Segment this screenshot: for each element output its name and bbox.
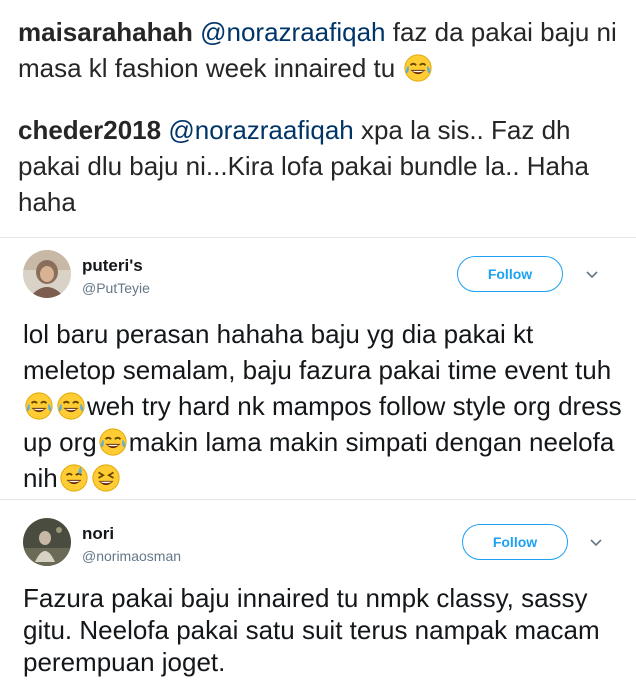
avatar[interactable] [23, 518, 71, 566]
follow-button[interactable]: Follow [462, 524, 568, 560]
laughing-emoji [92, 464, 120, 492]
tweet-text: lol baru perasan hahaha baju yg dia paka… [23, 316, 623, 496]
follow-button[interactable]: Follow [457, 256, 563, 292]
chevron-down-icon[interactable] [588, 534, 604, 550]
display-name[interactable]: puteri's [82, 256, 143, 276]
avatar[interactable] [23, 250, 71, 298]
tweet-text: Fazura pakai baju innaired tu nmpk class… [23, 583, 600, 677]
comment-username[interactable]: maisarahahah [18, 17, 193, 47]
user-handle[interactable]: @PutTeyie [82, 280, 150, 296]
tears-of-joy-emoji [99, 428, 127, 456]
tweet-card: nori @norimaosman Follow Fazura pakai ba… [0, 500, 636, 689]
tears-of-joy-emoji [25, 392, 53, 420]
tears-of-joy-emoji [404, 54, 433, 82]
tweet-text-part: lol baru perasan hahaha baju yg dia paka… [23, 319, 612, 385]
sweat-smile-emoji [60, 464, 88, 492]
comment: cheder2018 @norazraafiqah xpa la sis.. F… [18, 112, 624, 220]
user-handle[interactable]: @norimaosman [82, 548, 181, 564]
comment-mention[interactable]: @norazraafiqah [168, 115, 353, 145]
tweet-card: puteri's @PutTeyie Follow lol baru peras… [0, 238, 636, 499]
comment-mention[interactable]: @norazraafiqah [200, 17, 385, 47]
comment: maisarahahah @norazraafiqah faz da pakai… [18, 14, 624, 86]
chevron-down-icon[interactable] [584, 266, 600, 282]
comment-username[interactable]: cheder2018 [18, 115, 161, 145]
tears-of-joy-emoji [57, 392, 85, 420]
display-name[interactable]: nori [82, 524, 114, 544]
